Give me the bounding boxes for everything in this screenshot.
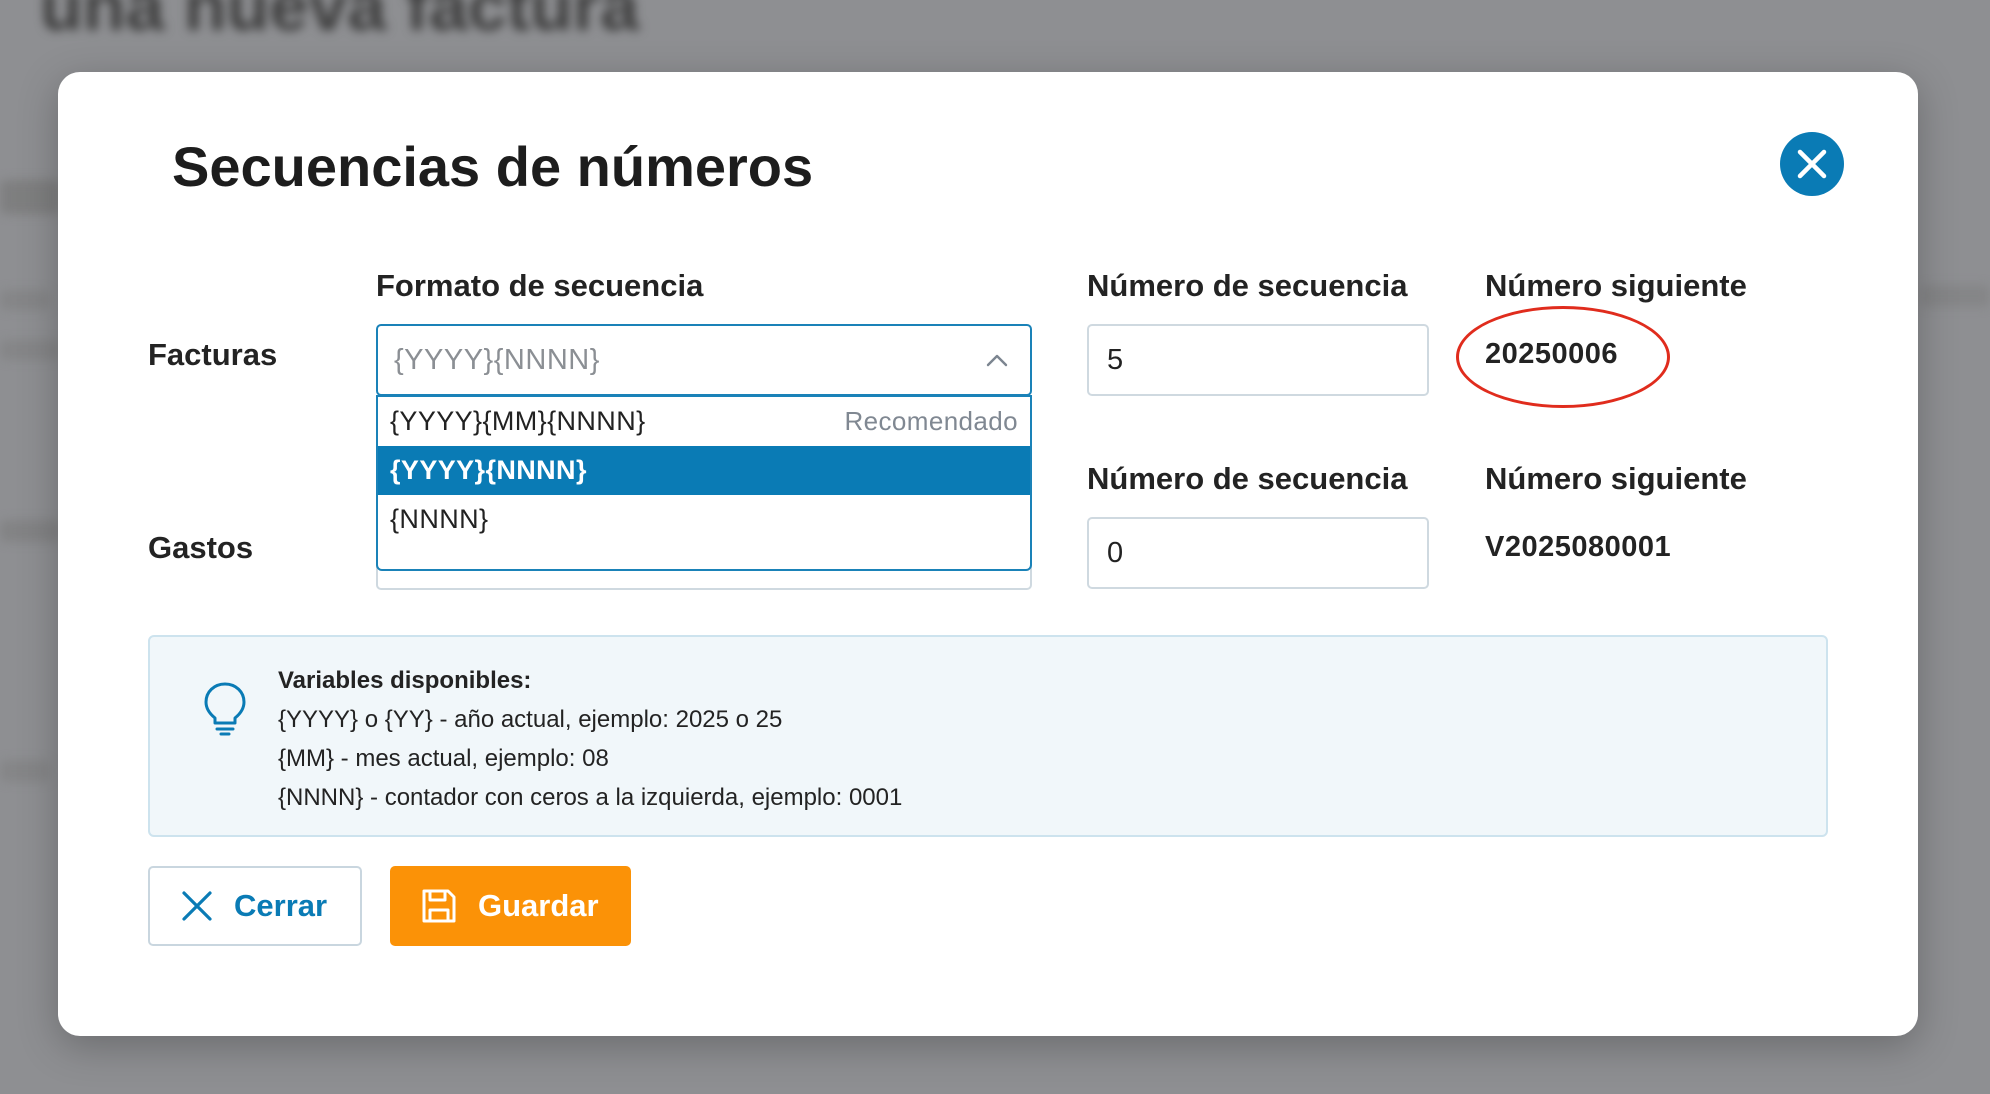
close-button[interactable]: Cerrar [148, 866, 362, 946]
background-block [0, 180, 60, 214]
format-column-header: Formato de secuencia [376, 268, 704, 303]
dropdown-option[interactable]: {YYYY}{MM}{NNNN} Recomendado [378, 397, 1030, 446]
dropdown-option-label: {NNNN} [390, 504, 489, 534]
close-icon [1797, 149, 1827, 179]
background-block [1920, 285, 1990, 307]
variables-info-text: Variables disponibles: {YYYY} o {YY} - a… [278, 661, 902, 817]
gastos-next-number: V2025080001 [1485, 531, 1672, 563]
save-button-label: Guardar [478, 888, 599, 923]
sequence-modal: Secuencias de números Formato de secuenc… [58, 72, 1918, 1036]
facturas-format-value: {YYYY}{NNNN} [394, 343, 600, 376]
background-block [0, 290, 50, 310]
facturas-format-select[interactable]: {YYYY}{NNNN} [376, 324, 1032, 396]
close-icon [182, 891, 212, 921]
gastos-seq-number-input[interactable] [1087, 517, 1429, 589]
info-line: {NNNN} - contador con ceros a la izquier… [278, 784, 903, 811]
info-line: {YYYY} o {YY} - año actual, ejemplo: 202… [278, 706, 783, 733]
seq-number-column-header: Número de secuencia [1087, 268, 1408, 303]
row-label-facturas: Facturas [148, 337, 278, 372]
background-block [0, 340, 60, 360]
dropdown-option-label: {YYYY}{NNNN} [390, 455, 587, 485]
recommended-hint: Recomendado [844, 406, 1018, 436]
gastos-seq-number-header: Número de secuencia [1087, 461, 1408, 496]
variables-info-box: Variables disponibles: {YYYY} o {YY} - a… [148, 635, 1828, 837]
info-line: {MM} - mes actual, ejemplo: 08 [278, 745, 609, 772]
facturas-seq-number-input[interactable] [1087, 324, 1429, 396]
chevron-up-icon [986, 354, 1008, 367]
background-block [0, 760, 50, 782]
dropdown-option-label: {YYYY}{MM}{NNNN} [390, 406, 646, 436]
lightbulb-icon [204, 682, 246, 736]
modal-title: Secuencias de números [172, 135, 814, 198]
close-button-label: Cerrar [234, 888, 328, 923]
save-button[interactable]: Guardar [390, 866, 631, 946]
save-icon [422, 889, 456, 923]
dropdown-option-selected[interactable]: {YYYY}{NNNN} [378, 446, 1030, 495]
gastos-next-number-header: Número siguiente [1485, 461, 1747, 496]
dropdown-option[interactable]: {NNNN} [378, 495, 1030, 544]
row-label-gastos: Gastos [148, 530, 254, 565]
close-modal-button[interactable] [1780, 132, 1844, 196]
format-dropdown-list: {YYYY}{MM}{NNNN} Recomendado {YYYY}{NNNN… [376, 395, 1032, 571]
next-number-column-header: Número siguiente [1485, 268, 1747, 303]
info-heading: Variables disponibles: [278, 667, 532, 694]
annotation-ellipse [1456, 306, 1670, 408]
background-block [0, 520, 60, 542]
background-title: una nueva factura [40, 0, 640, 45]
